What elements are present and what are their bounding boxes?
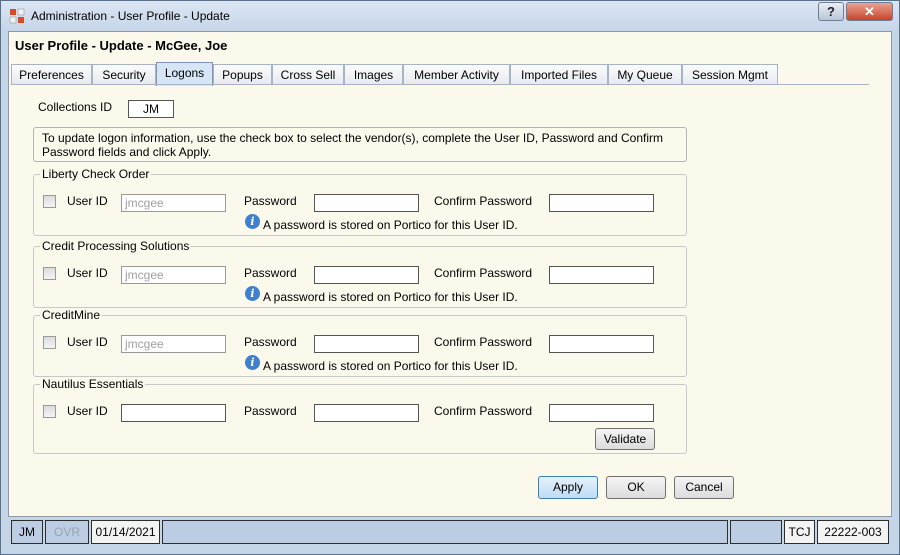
info-icon: i bbox=[245, 214, 260, 229]
status-bar: JM OVR 01/14/2021 TCJ 22222-003 bbox=[8, 518, 892, 548]
tab-cross-sell[interactable]: Cross Sell bbox=[272, 64, 344, 85]
vendor-name: CreditMine bbox=[40, 308, 103, 322]
user-id-label: User ID bbox=[67, 194, 108, 208]
page-title: User Profile - Update - McGee, Joe bbox=[15, 38, 228, 53]
password-note: A password is stored on Portico for this… bbox=[263, 290, 518, 304]
vendor-checkbox[interactable] bbox=[43, 336, 56, 349]
password-field[interactable] bbox=[314, 404, 419, 422]
window-title: Administration - User Profile - Update bbox=[31, 9, 230, 23]
password-field[interactable] bbox=[314, 194, 419, 212]
confirm-password-field[interactable] bbox=[549, 194, 654, 212]
password-label: Password bbox=[244, 404, 297, 418]
status-message bbox=[162, 520, 728, 544]
user-id-label: User ID bbox=[67, 335, 108, 349]
title-bar: Administration - User Profile - Update ?… bbox=[1, 1, 899, 31]
vendor-name: Liberty Check Order bbox=[40, 167, 152, 181]
vendor-group-liberty: Liberty Check Order User ID jmcgee Passw… bbox=[33, 167, 687, 236]
password-note: A password is stored on Portico for this… bbox=[263, 218, 518, 232]
vendor-checkbox[interactable] bbox=[43, 267, 56, 280]
collections-id-label: Collections ID bbox=[38, 100, 113, 114]
tab-imported-files[interactable]: Imported Files bbox=[510, 64, 608, 85]
tab-session-mgmt[interactable]: Session Mgmt bbox=[682, 64, 778, 85]
tab-popups[interactable]: Popups bbox=[213, 64, 272, 85]
help-button[interactable]: ? bbox=[818, 2, 844, 21]
user-id-field[interactable] bbox=[121, 404, 226, 422]
validate-button[interactable]: Validate bbox=[595, 428, 655, 450]
tab-preferences[interactable]: Preferences bbox=[11, 64, 92, 85]
password-note: A password is stored on Portico for this… bbox=[263, 359, 518, 373]
admin-grid-icon bbox=[9, 8, 25, 24]
tab-my-queue[interactable]: My Queue bbox=[608, 64, 682, 85]
ok-button[interactable]: OK bbox=[606, 476, 666, 499]
status-id: 22222-003 bbox=[817, 520, 889, 544]
confirm-password-label: Confirm Password bbox=[434, 266, 533, 280]
apply-button[interactable]: Apply bbox=[538, 476, 598, 499]
main-window: Administration - User Profile - Update ?… bbox=[0, 0, 900, 555]
password-field[interactable] bbox=[314, 266, 419, 284]
confirm-password-label: Confirm Password bbox=[434, 335, 533, 349]
vendor-name: Credit Processing Solutions bbox=[40, 239, 192, 253]
confirm-password-field[interactable] bbox=[549, 335, 654, 353]
vendor-group-nautilus: Nautilus Essentials User ID Password Con… bbox=[33, 377, 687, 454]
status-empty bbox=[730, 520, 782, 544]
vendor-name: Nautilus Essentials bbox=[40, 377, 146, 391]
user-id-field[interactable]: jmcgee bbox=[121, 194, 226, 212]
collections-id-field[interactable]: JM bbox=[128, 100, 174, 118]
user-id-label: User ID bbox=[67, 404, 108, 418]
tab-images[interactable]: Images bbox=[344, 64, 403, 85]
close-button[interactable]: ✕ bbox=[846, 2, 893, 21]
password-field[interactable] bbox=[314, 335, 419, 353]
user-id-field[interactable]: jmcgee bbox=[121, 266, 226, 284]
password-label: Password bbox=[244, 194, 297, 208]
vendor-group-credit-processing: Credit Processing Solutions User ID jmcg… bbox=[33, 239, 687, 308]
confirm-password-field[interactable] bbox=[549, 266, 654, 284]
confirm-password-label: Confirm Password bbox=[434, 404, 533, 418]
tab-member-activity[interactable]: Member Activity bbox=[403, 64, 510, 85]
password-label: Password bbox=[244, 335, 297, 349]
info-icon: i bbox=[245, 355, 260, 370]
vendor-checkbox[interactable] bbox=[43, 195, 56, 208]
vendor-checkbox[interactable] bbox=[43, 405, 56, 418]
client-area: User Profile - Update - McGee, Joe Prefe… bbox=[8, 31, 892, 517]
user-id-label: User ID bbox=[67, 266, 108, 280]
user-id-field[interactable]: jmcgee bbox=[121, 335, 226, 353]
confirm-password-field[interactable] bbox=[549, 404, 654, 422]
status-user: JM bbox=[11, 520, 43, 544]
confirm-password-label: Confirm Password bbox=[434, 194, 533, 208]
status-code: TCJ bbox=[784, 520, 815, 544]
tab-divider bbox=[11, 84, 869, 85]
status-ovr: OVR bbox=[45, 520, 89, 544]
status-date: 01/14/2021 bbox=[91, 520, 160, 544]
instructions-box: To update logon information, use the che… bbox=[33, 127, 687, 162]
password-label: Password bbox=[244, 266, 297, 280]
vendor-group-creditmine: CreditMine User ID jmcgee Password Confi… bbox=[33, 308, 687, 377]
tab-security[interactable]: Security bbox=[92, 64, 156, 85]
info-icon: i bbox=[245, 286, 260, 301]
tab-logons[interactable]: Logons bbox=[156, 62, 213, 86]
cancel-button[interactable]: Cancel bbox=[674, 476, 734, 499]
